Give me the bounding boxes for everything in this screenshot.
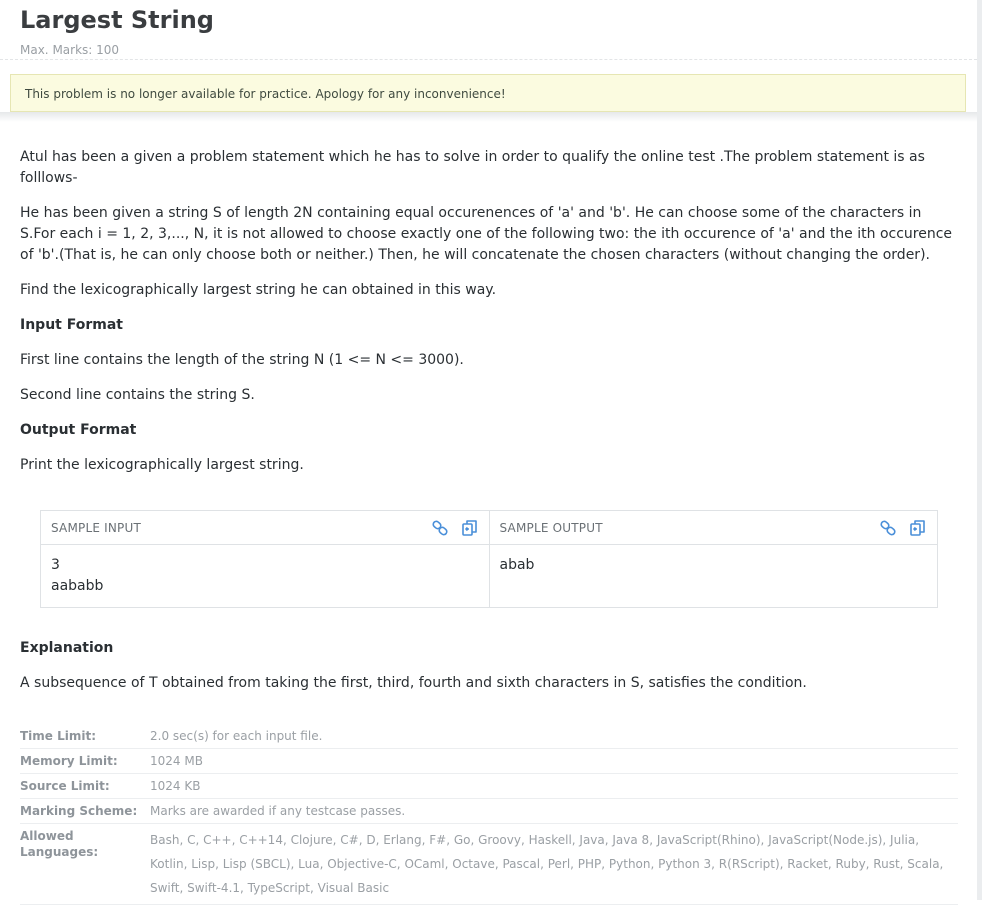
output-format-line: Print the lexicographically largest stri… <box>20 457 304 473</box>
sample-io: SAMPLE INPUT 3 aababb SAMPLE OUTPUT abab <box>40 510 938 608</box>
memory-limit-value: 1024 MB <box>150 754 203 768</box>
input-format-heading: Input Format <box>20 317 123 333</box>
problem-statement: Atul has been a given a problem statemen… <box>20 147 960 490</box>
input-format-line: Second line contains the string S. <box>20 387 255 403</box>
input-format-line: First line contains the length of the st… <box>20 352 464 368</box>
marking-scheme-value: Marks are awarded if any testcase passes… <box>150 804 406 818</box>
problem-title: Largest String <box>20 6 214 34</box>
sample-output-value: abab <box>499 557 535 573</box>
limits-table: Time Limit: 2.0 sec(s) for each input fi… <box>20 724 958 905</box>
source-limit-value: 1024 KB <box>150 779 201 793</box>
memory-limit-label: Memory Limit: <box>20 754 118 768</box>
statement-paragraph: He has been given a string S of length 2… <box>20 205 953 263</box>
sample-input-header: SAMPLE INPUT <box>41 511 489 545</box>
time-limit-row: Time Limit: 2.0 sec(s) for each input fi… <box>20 724 958 749</box>
marking-scheme-row: Marking Scheme: Marks are awarded if any… <box>20 799 958 824</box>
section-divider <box>0 112 977 122</box>
explanation-text: A subsequence of T obtained from taking … <box>20 675 807 691</box>
explanation-heading: Explanation <box>20 640 114 656</box>
page-edge <box>977 0 982 900</box>
copy-icon[interactable] <box>461 519 479 537</box>
link-icon[interactable] <box>879 519 897 537</box>
max-marks: Max. Marks: 100 <box>20 43 120 57</box>
marking-scheme-label: Marking Scheme: <box>20 804 138 818</box>
allowed-languages-value: Bash, C, C++, C++14, Clojure, C#, D, Erl… <box>150 833 944 895</box>
statement-paragraph: Find the lexicographically largest strin… <box>20 282 497 298</box>
sample-input-value: 3 aababb <box>51 557 104 594</box>
source-limit-label: Source Limit: <box>20 779 110 793</box>
statement-paragraph: Atul has been a given a problem statemen… <box>20 149 925 186</box>
copy-icon[interactable] <box>909 519 927 537</box>
alert-text: This problem is no longer available for … <box>25 87 506 101</box>
sample-input-label: SAMPLE INPUT <box>51 520 141 535</box>
source-limit-row: Source Limit: 1024 KB <box>20 774 958 799</box>
allowed-languages-row: Allowed Languages: Bash, C, C++, C++14, … <box>20 824 958 905</box>
time-limit-label: Time Limit: <box>20 729 97 743</box>
time-limit-value: 2.0 sec(s) for each input file. <box>150 729 323 743</box>
sample-input-panel: SAMPLE INPUT 3 aababb <box>41 511 489 607</box>
link-icon[interactable] <box>431 519 449 537</box>
unavailable-alert: This problem is no longer available for … <box>10 74 966 112</box>
problem-header: Largest String Max. Marks: 100 <box>0 0 977 60</box>
sample-output-label: SAMPLE OUTPUT <box>499 520 603 535</box>
memory-limit-row: Memory Limit: 1024 MB <box>20 749 958 774</box>
sample-output-header: SAMPLE OUTPUT <box>489 511 937 545</box>
output-format-heading: Output Format <box>20 422 137 438</box>
explanation-section: Explanation A subsequence of T obtained … <box>20 638 960 708</box>
sample-output-panel: SAMPLE OUTPUT abab <box>488 511 937 607</box>
allowed-languages-label: Allowed Languages: <box>20 829 99 859</box>
